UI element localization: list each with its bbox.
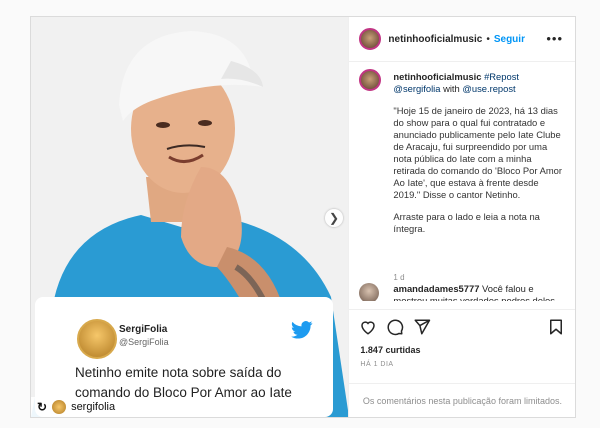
caption-body: netinhooficialmusic #Repost @sergifolia … [393,71,565,235]
comment: amandadames5777 Você falou e mostrou mui… [359,281,569,301]
follow-button[interactable]: Seguir [494,34,525,45]
action-bar [349,309,576,344]
caption-quote: "Hoje 15 de janeiro de 2023, há 13 dias … [393,105,562,200]
bookmark-icon[interactable] [547,318,565,336]
tweet-author-name: SergiFolia [119,324,168,335]
caption-with-text: with [443,83,460,94]
more-horizontal-icon[interactable]: ••• [546,31,563,46]
post-age: HÁ 1 DIA [360,361,394,368]
comment-body: amandadames5777 Você falou e mostrou mui… [393,283,563,301]
tweet-avatar [77,319,117,359]
caption-username[interactable]: netinhooficialmusic [393,71,481,82]
next-slide-button[interactable]: ❯ [325,209,343,227]
tweet-author-handle: @SergiFolia [119,337,169,347]
post-media[interactable]: ❯ SergiFolia @SergiFolia Netinho emite n… [31,17,349,417]
heart-icon[interactable] [359,318,377,336]
repost-icon: ↻ [37,400,48,414]
chevron-right-icon: ❯ [328,211,340,225]
likes-count[interactable]: 1.847 curtidas [360,345,420,355]
share-icon[interactable] [413,318,431,336]
post-sidebar: netinhooficialmusic • Seguir ••• netinho… [348,17,576,418]
caption-avatar[interactable] [359,69,382,91]
repost-avatar [52,400,67,414]
header-avatar[interactable] [359,28,382,50]
header-username[interactable]: netinhooficialmusic [388,34,482,45]
repost-username: sergifolia [71,401,116,413]
comment-avatar[interactable] [359,283,380,301]
caption: netinhooficialmusic #Repost @sergifolia … [359,69,569,282]
comments-limited-notice: Os comentários nesta publicação foram li… [349,383,576,418]
caption-via[interactable]: @use.repost [462,83,515,94]
caption-hashtag[interactable]: #Repost [484,71,519,82]
comment-icon[interactable] [386,318,404,336]
caption-cta: Arraste para o lado e leia a nota na ínt… [393,211,540,234]
post-header: netinhooficialmusic • Seguir ••• [349,17,575,62]
twitter-bird-icon [291,321,313,339]
caption-mention[interactable]: @sergifolia [393,83,440,94]
comment-username[interactable]: amandadames5777 [393,283,479,294]
instagram-post: ❯ SergiFolia @SergiFolia Netinho emite n… [30,16,576,418]
repost-tag[interactable]: ↻ sergifolia [31,397,137,417]
header-separator: • [486,33,490,45]
